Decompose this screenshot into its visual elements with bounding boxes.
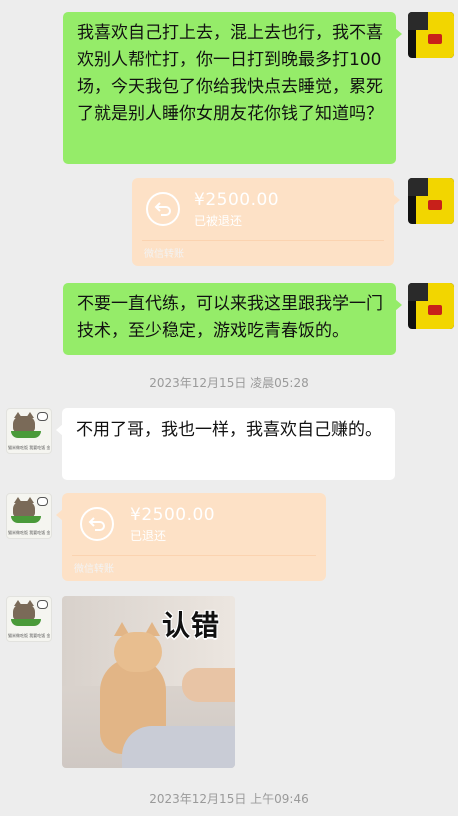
transfer-status: 已被退还 xyxy=(194,214,243,228)
transfer-footer: 微信转账 xyxy=(74,564,114,575)
avatar-caption: 猫米做吃饭 我要吃饭 金饭 xyxy=(8,530,50,535)
transfer-footer: 微信转账 xyxy=(144,249,184,260)
message-bubble[interactable]: 不用了哥，我也一样，我喜欢自己赚的。 xyxy=(56,408,395,480)
return-arrow-icon xyxy=(146,192,180,226)
message-bubble[interactable]: 我喜欢自己打上去，混上去也行，我不喜欢别人帮忙打，你一日打到晚最多打100场，今… xyxy=(63,12,402,164)
peer-avatar[interactable]: 猫米做吃饭 我要吃饭 金饭 xyxy=(6,596,52,642)
transfer-card[interactable]: ¥2500.00 已退还 微信转账 xyxy=(56,493,326,581)
message-text: 我喜欢自己打上去，混上去也行，我不喜欢别人帮忙打，你一日打到晚最多打100场，今… xyxy=(77,23,383,124)
self-avatar[interactable] xyxy=(408,12,454,58)
peer-avatar[interactable]: 猫米做吃饭 我要吃饭 金饭 xyxy=(6,408,52,454)
transfer-divider xyxy=(142,240,384,241)
transfer-status: 已退还 xyxy=(130,529,167,543)
transfer-divider xyxy=(72,555,316,556)
transfer-amount: ¥2500.00 xyxy=(130,505,216,525)
sticker-caption: 认错 xyxy=(162,609,221,642)
message-timestamp: 2023年12月15日 上午09:46 xyxy=(149,792,309,806)
message-text: 不用了哥，我也一样，我喜欢自己赚的。 xyxy=(76,420,382,440)
hand-illustration xyxy=(182,668,235,702)
transfer-card[interactable]: ¥2500.00 已被退还 微信转账 xyxy=(132,178,400,266)
return-arrow-icon xyxy=(80,507,114,541)
transfer-amount: ¥2500.00 xyxy=(194,190,280,210)
sticker-image[interactable]: 认错 xyxy=(62,596,235,768)
avatar-caption: 猫米做吃饭 我要吃饭 金饭 xyxy=(8,633,50,638)
message-timestamp: 2023年12月15日 凌晨05:28 xyxy=(149,376,309,390)
message-bubble[interactable]: 不要一直代练，可以来我这里跟我学一门技术，至少稳定，游戏吃青春饭的。 xyxy=(63,283,402,355)
message-text: 不要一直代练，可以来我这里跟我学一门技术，至少稳定，游戏吃青春饭的。 xyxy=(77,294,383,341)
peer-avatar[interactable]: 猫米做吃饭 我要吃饭 金饭 xyxy=(6,493,52,539)
self-avatar[interactable] xyxy=(408,178,454,224)
avatar-caption: 猫米做吃饭 我要吃饭 金饭 xyxy=(8,445,50,450)
self-avatar[interactable] xyxy=(408,283,454,329)
